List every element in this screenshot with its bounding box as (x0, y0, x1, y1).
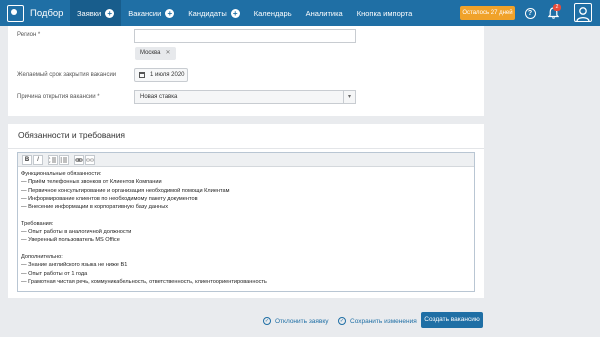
nav-item-calendar[interactable]: Календарь (247, 0, 299, 26)
editor-line: — Опыт работы от 1 года (21, 270, 88, 277)
nav-item-label: Заявки (77, 8, 102, 18)
region-label: Регион * (17, 32, 41, 38)
nav-item-vacancies[interactable]: Вакансии + (121, 0, 181, 26)
reason-value: Новая ставка (140, 94, 178, 100)
ordered-list-icon[interactable]: 12 (48, 154, 58, 165)
unlink-icon[interactable] (85, 154, 95, 165)
editor-line: — Первичное консультирование и организац… (21, 187, 230, 194)
nav-item-analytics[interactable]: Аналитика (299, 0, 350, 26)
editor-line: Функциональные обязанности: (21, 171, 102, 177)
save-icon: ✓ (338, 317, 346, 325)
nav-item-label: Календарь (253, 8, 292, 18)
remove-chip-icon[interactable]: ✕ (165, 50, 170, 56)
reject-label: Отклонить заявку (275, 317, 329, 325)
save-label: Сохранить изменения (350, 317, 417, 325)
logo-icon[interactable] (2, 0, 28, 26)
svg-text:1: 1 (49, 157, 51, 160)
italic-button[interactable]: I (33, 154, 43, 165)
region-chip: Москва ✕ (135, 47, 176, 60)
editor-content[interactable]: Функциональные обязанности: — Приём теле… (18, 167, 474, 289)
duties-rich-text-editor[interactable]: B I 12 Функциональные обязанности: — При… (17, 152, 475, 292)
nav-item-requests[interactable]: Заявки + (70, 0, 122, 26)
editor-line: Требования: (21, 220, 54, 227)
nav-item-candidates[interactable]: Кандидаты + (181, 0, 246, 26)
notification-count-badge: 2 (553, 4, 561, 11)
add-request-plus-icon[interactable]: + (105, 8, 115, 18)
user-icon[interactable] (574, 3, 592, 22)
divider (8, 148, 484, 149)
editor-line: Дополнительно: (21, 253, 63, 260)
section-title: Обязанности и требования (18, 130, 126, 140)
create-vacancy-button[interactable]: Создать вакансию (421, 312, 483, 328)
reject-request-button[interactable]: ✓ Отклонить заявку (263, 315, 329, 327)
editor-line: — Знание английского языка не ниже В1 (21, 262, 128, 269)
deadline-date-picker[interactable]: 1 июля 2020 (134, 68, 188, 82)
add-candidate-plus-icon[interactable]: + (230, 8, 240, 18)
duties-card: Обязанности и требования B I 12 Функцион… (8, 124, 484, 298)
nav-item-label: Кандидаты (188, 8, 227, 18)
help-icon[interactable]: ? (522, 5, 538, 21)
bullet-list-icon[interactable] (59, 154, 69, 165)
nav-item-label: Вакансии (128, 8, 162, 18)
region-input[interactable] (134, 29, 356, 43)
editor-line: — Приём телефонных звонков от Клиентов К… (21, 179, 162, 186)
reject-icon: ✓ (263, 317, 271, 325)
calendar-icon (139, 72, 145, 78)
editor-toolbar: B I 12 (18, 153, 474, 167)
link-icon[interactable] (74, 154, 84, 165)
region-chip-label: Москва (140, 50, 161, 56)
editor-line: — Опыт работы в аналогичной должности (21, 229, 132, 236)
nav-item-label: Кнопка импорта (356, 8, 413, 18)
chevron-down-icon: ▾ (343, 91, 355, 103)
brand-title[interactable]: Подбор (30, 8, 70, 19)
bold-button[interactable]: B (22, 154, 32, 165)
trial-days-button[interactable]: Осталось 27 дней (460, 6, 515, 20)
nav-item-import-button[interactable]: Кнопка импорта (350, 0, 420, 26)
reason-select[interactable]: Новая ставка ▾ (134, 90, 356, 104)
add-vacancy-plus-icon[interactable]: + (165, 8, 175, 18)
editor-line: — Информирование клиентов по необходимом… (21, 195, 198, 202)
svg-text:2: 2 (49, 161, 51, 164)
deadline-value: 1 июля 2020 (150, 72, 185, 78)
editor-line: — Внесение информации в корпоративную ба… (21, 204, 169, 211)
save-changes-button[interactable]: ✓ Сохранить изменения (338, 315, 417, 327)
reason-label: Причина открытия вакансии * (17, 94, 100, 100)
editor-line: — Грамотная чистая речь, коммуникабельно… (21, 278, 267, 285)
nav-item-label: Аналитика (305, 8, 343, 18)
deadline-label: Желаемый срок закрытия вакансии (17, 72, 117, 78)
editor-line: — Уверенный пользователь MS Office (21, 237, 120, 244)
